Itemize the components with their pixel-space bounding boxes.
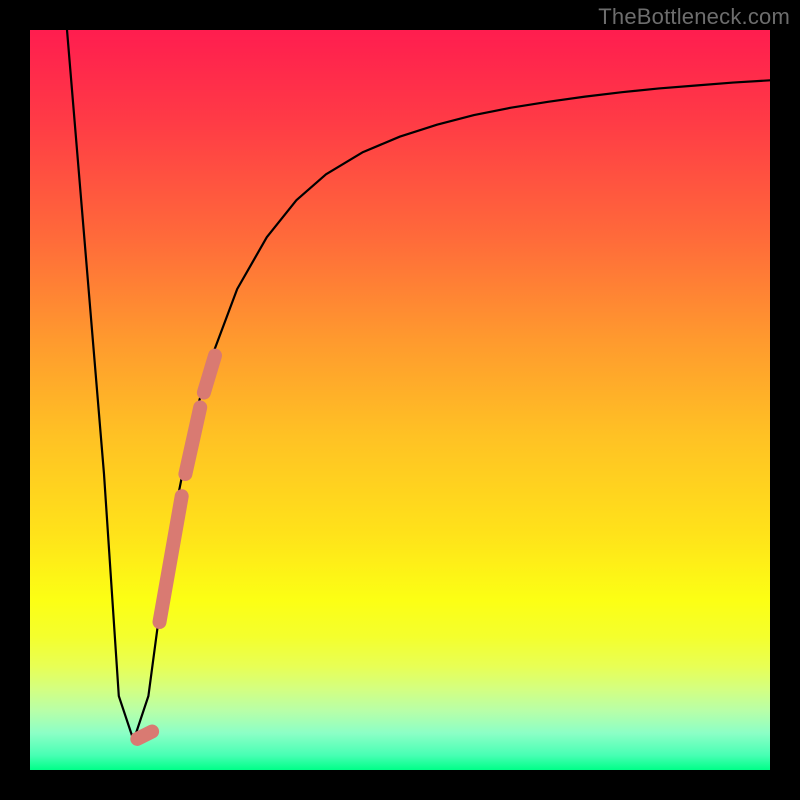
plot-area	[30, 30, 770, 770]
bottleneck-curve	[67, 30, 770, 740]
marker-segment-2	[160, 496, 182, 622]
watermark-label: TheBottleneck.com	[598, 4, 790, 30]
marker-segment-4	[204, 356, 215, 393]
marker-segment-1	[137, 732, 152, 739]
chart-frame: TheBottleneck.com	[0, 0, 800, 800]
marker-segment-3	[185, 407, 200, 474]
marker-group	[137, 356, 215, 739]
chart-svg	[30, 30, 770, 770]
